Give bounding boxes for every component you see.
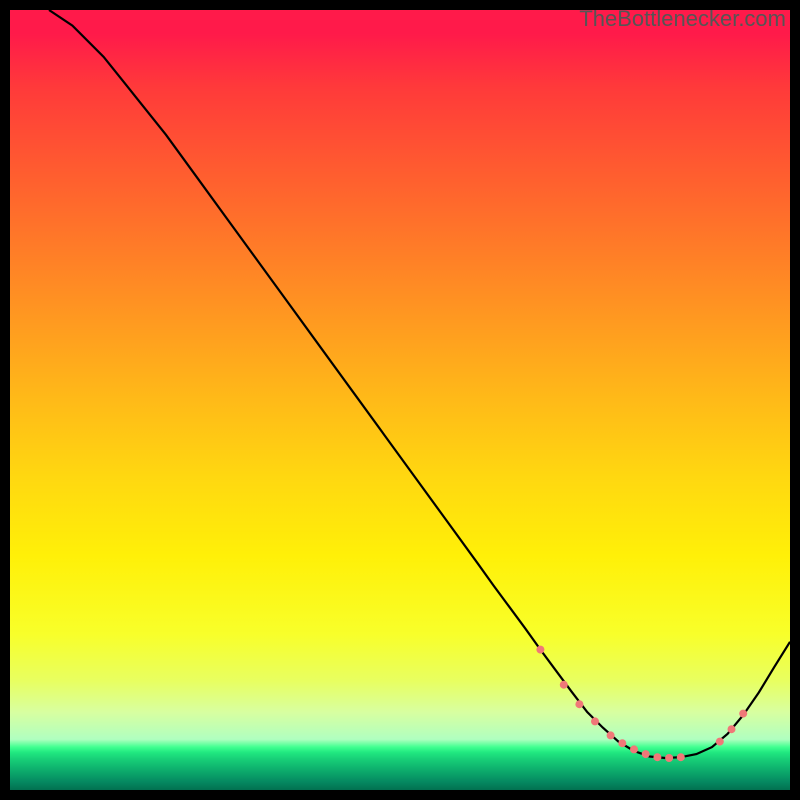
optimal-point: [716, 738, 724, 746]
optimal-point: [591, 717, 599, 725]
plot-area: [10, 10, 790, 790]
watermark-text: TheBottlenecker.com: [579, 6, 786, 32]
bottleneck-curve: [49, 10, 790, 758]
optimal-point: [536, 646, 544, 654]
curve-group: [49, 10, 790, 758]
optimal-point: [728, 725, 736, 733]
optimal-point: [630, 745, 638, 753]
optimal-point: [665, 754, 673, 762]
optimal-point: [618, 739, 626, 747]
optimal-point: [739, 710, 747, 718]
optimal-point: [575, 700, 583, 708]
optimal-point: [653, 753, 661, 761]
chart-overlay: [10, 10, 790, 790]
optimal-point: [642, 750, 650, 758]
optimal-point: [560, 681, 568, 689]
chart-container: TheBottlenecker.com: [0, 0, 800, 800]
optimal-point: [607, 731, 615, 739]
optimal-point: [677, 753, 685, 761]
